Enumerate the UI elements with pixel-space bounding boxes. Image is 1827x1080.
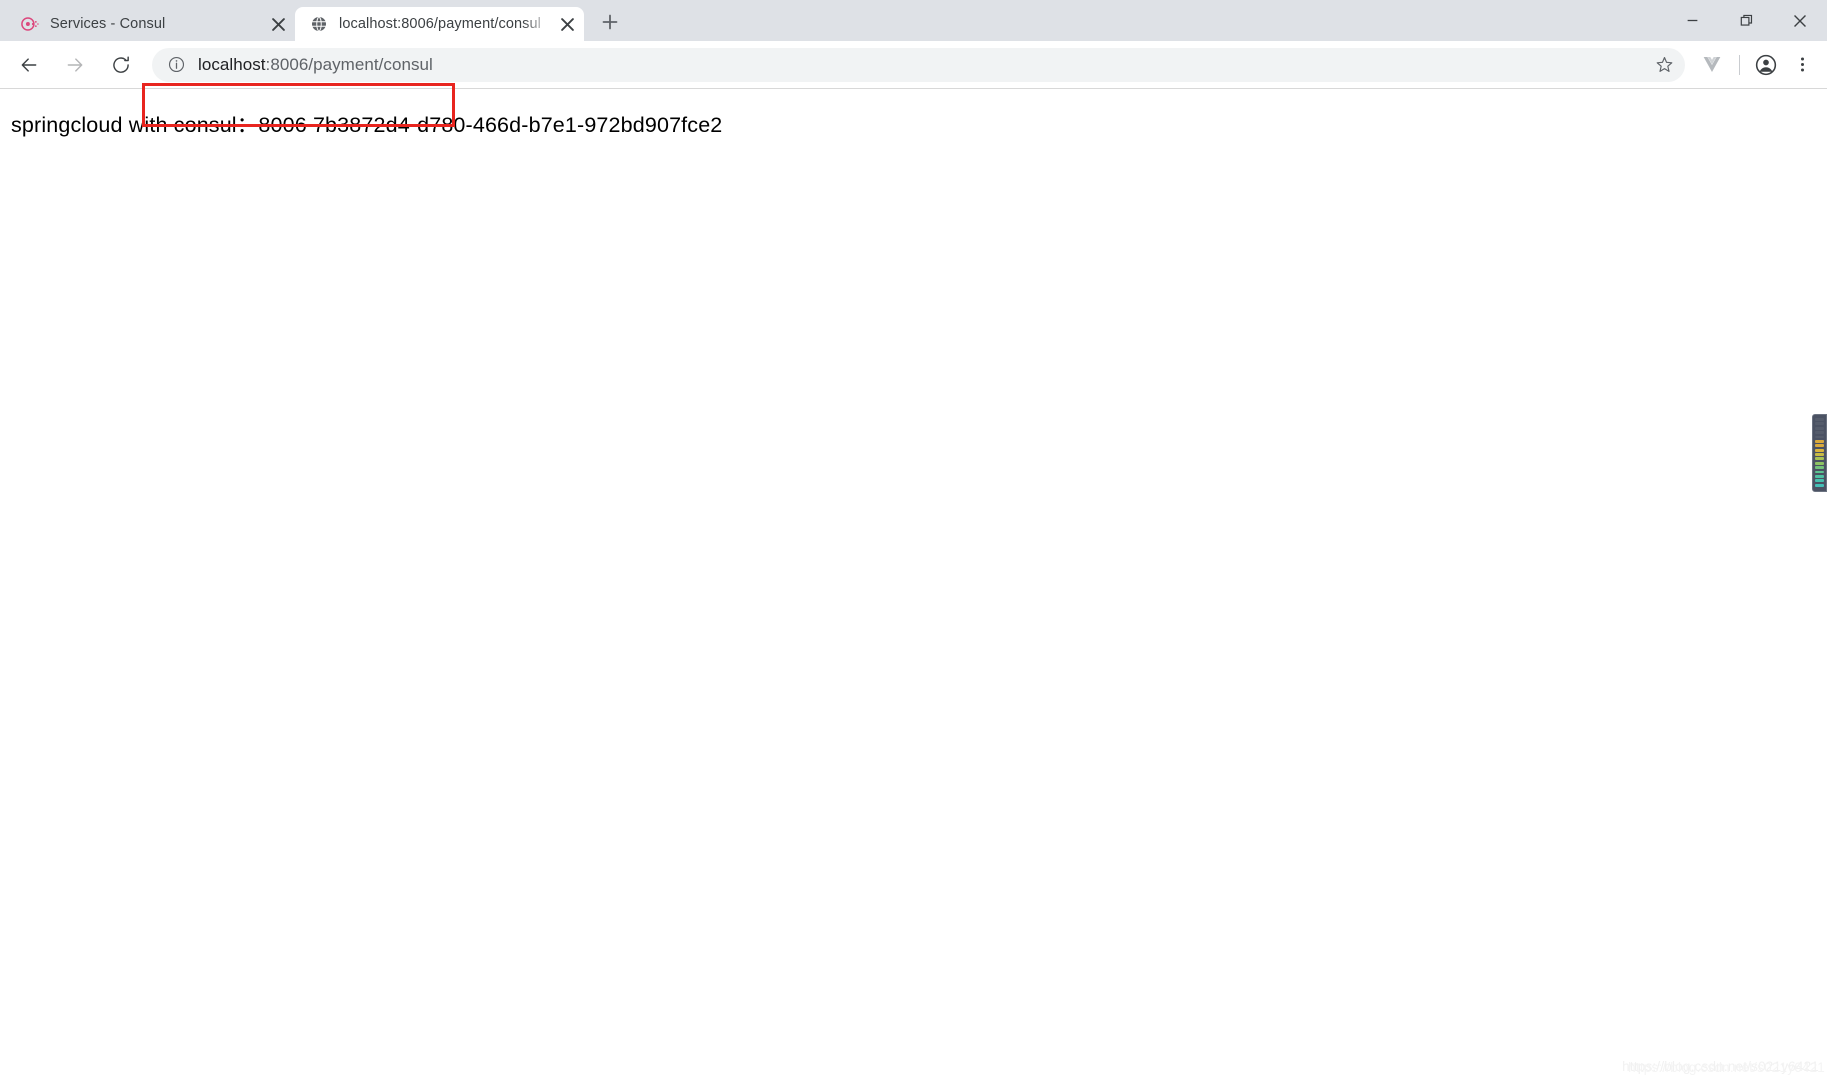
tab-title: Services - Consul: [50, 16, 166, 32]
minimize-icon[interactable]: [1665, 0, 1719, 41]
address-bar[interactable]: localhost:8006/payment/consul: [152, 47, 1685, 82]
toolbar-divider: [1739, 54, 1740, 75]
consul-logo-icon: [20, 15, 39, 34]
globe-icon: [309, 15, 328, 34]
close-icon[interactable]: [554, 11, 580, 37]
page-body-text: springcloud with consul：8006 7b3872d4-d7…: [11, 113, 723, 137]
tab-localhost-payment-consul[interactable]: localhost:8006/payment/consul: [295, 7, 584, 41]
vue-devtools-icon[interactable]: [1695, 48, 1729, 82]
watermark: https://blog.csdn.net/s021y6421 https://…: [1622, 1059, 1825, 1075]
tab-services-consul[interactable]: Services - Consul: [6, 7, 295, 41]
browser-window: Services - Consul localhost:8006/payment…: [0, 0, 1827, 1080]
meter-segment: [1815, 444, 1824, 448]
omnibox-actions: [1649, 50, 1685, 80]
restore-icon[interactable]: [1719, 0, 1773, 41]
meter-segment: [1815, 418, 1824, 421]
close-icon[interactable]: [265, 11, 291, 37]
back-button[interactable]: [11, 47, 47, 83]
meter-segment: [1815, 474, 1824, 478]
watermark-text-shadow: https://blog.csdn.net/s021y6421: [1628, 1060, 1825, 1075]
meter-segment: [1815, 422, 1824, 426]
url-host: localhost: [198, 54, 266, 74]
meter-segment: [1815, 439, 1824, 443]
tab-title: localhost:8006/payment/consul: [339, 16, 541, 32]
meter-segment: [1815, 479, 1824, 483]
forward-button[interactable]: [57, 47, 93, 83]
url-text: localhost:8006/payment/consul: [198, 55, 433, 75]
close-icon[interactable]: [1773, 0, 1827, 41]
meter-segment: [1815, 426, 1824, 430]
vertical-meter-widget[interactable]: [1812, 414, 1827, 492]
meter-segment: [1815, 466, 1824, 469]
meter-segment: [1815, 470, 1824, 474]
new-tab-button[interactable]: [593, 5, 627, 39]
meter-segment: [1815, 435, 1824, 439]
url-path: :8006/payment/consul: [265, 54, 433, 74]
meter-segment: [1815, 453, 1824, 456]
info-circle-icon[interactable]: [165, 54, 187, 76]
star-outline-icon[interactable]: [1649, 50, 1679, 80]
browser-toolbar: localhost:8006/payment/consul: [0, 41, 1827, 127]
meter-segment: [1815, 457, 1824, 461]
meter-segment: [1815, 431, 1824, 434]
window-controls: [1665, 0, 1827, 41]
meter-segment: [1815, 483, 1824, 487]
three-dot-menu-icon[interactable]: [1785, 48, 1819, 82]
reload-button[interactable]: [103, 47, 139, 83]
page-content: springcloud with consul：8006 7b3872d4-d7…: [0, 89, 1827, 1080]
meter-segment: [1815, 461, 1824, 465]
meter-segment: [1815, 448, 1824, 452]
tab-strip: Services - Consul localhost:8006/payment…: [0, 0, 1827, 41]
account-circle-icon[interactable]: [1749, 48, 1783, 82]
